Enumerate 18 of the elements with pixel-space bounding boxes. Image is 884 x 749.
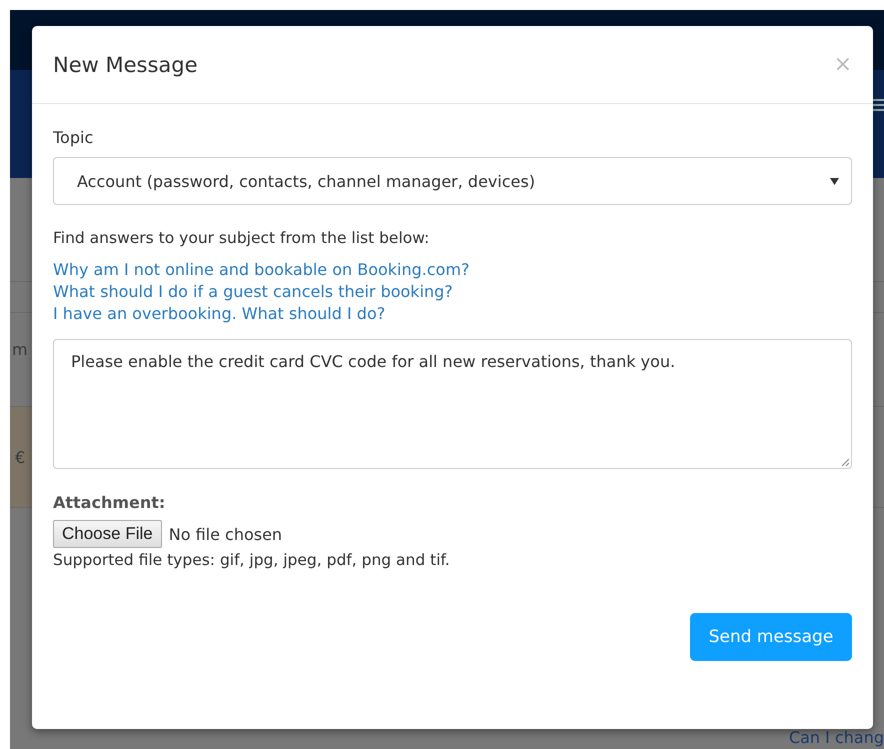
topic-label: Topic (53, 128, 94, 147)
dialog-title: New Message (53, 52, 198, 76)
topic-select[interactable]: Account (password, contacts, channel manager, devices) (53, 157, 852, 205)
send-button[interactable]: Send message (690, 613, 852, 661)
faq-link[interactable]: Why am I not online and bookable on Booking.com? (53, 260, 470, 279)
faq-link[interactable]: I have an overbooking. What should I do? (53, 304, 470, 323)
file-status: No file chosen (168, 524, 282, 544)
resize-grip-icon[interactable] (841, 458, 849, 466)
faq-link[interactable]: What should I do if a guest cancels their booking? (53, 282, 470, 301)
choose-file-button[interactable]: Choose File (53, 520, 162, 548)
hint-text: Find answers to your subject from the list below: (53, 229, 430, 247)
file-types-note: Supported file types: gif, jpg, jpeg, pdf, png and tif. (53, 551, 450, 569)
attachment-label: Attachment: (53, 493, 166, 512)
message-field[interactable]: Please enable the credit card CVC code for all new reservations, thank you. (53, 339, 852, 469)
menu-icon[interactable] (873, 98, 884, 114)
faq-link[interactable]: Can I chang (788, 728, 884, 747)
price-text: € (15, 448, 26, 466)
table-text: m (12, 340, 28, 359)
